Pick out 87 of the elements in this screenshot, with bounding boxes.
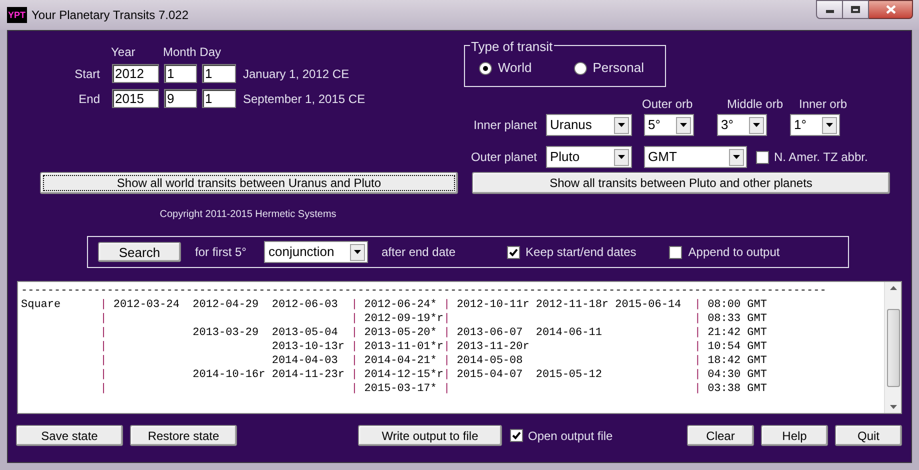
search-text: after end date: [381, 244, 456, 261]
checkbox-label: Keep start/end dates: [526, 244, 636, 261]
output-cell: | 08:00 GMT: [694, 298, 767, 312]
output-cell-text: | 2012-10-11r 2012-11-18r 2015-06-14: [444, 298, 682, 312]
input-field[interactable]: 9: [164, 89, 197, 108]
show-transits-button[interactable]: Show all transits between Pluto and other planets: [472, 172, 890, 194]
input-field[interactable]: 1: [164, 64, 197, 83]
window-title: Your Planetary Transits 7.022: [32, 7, 188, 24]
input-field[interactable]: 1: [202, 64, 236, 83]
minimize-button[interactable]: [816, 0, 843, 19]
output-cell-text: | 2012-03-24 2012-04-29 2012-06-03: [100, 298, 339, 312]
output-cell-text: | 2015-03-17*: [351, 382, 438, 396]
row-label: Outer planet: [470, 149, 537, 166]
footer-button[interactable]: Restore state: [130, 425, 237, 446]
close-icon: [886, 5, 896, 14]
footer-button[interactable]: Help: [761, 425, 828, 446]
footer-button[interactable]: Clear: [687, 425, 754, 446]
output-cell-text: | 2015-04-07 2015-05-12: [444, 368, 603, 382]
output-cell: | 08:33 GMT: [694, 312, 767, 326]
radio-option[interactable]: Personal: [574, 58, 644, 78]
show-transits-button[interactable]: Show all world transits between Uranus and Pluto: [40, 172, 458, 194]
checkbox-label: N. Amer. TZ abbr.: [774, 149, 868, 166]
copyright-text: Copyright 2011-2015 Hermetic Systems: [160, 208, 336, 222]
search-button[interactable]: Search: [98, 242, 181, 262]
output-cell: | 2013-11-01*r: [351, 340, 444, 354]
output-cell-text: | 2013-10-13r: [100, 340, 346, 354]
planet-dropdown[interactable]: Pluto: [546, 146, 632, 168]
output-cell-text: | 2014-05-08: [444, 354, 524, 368]
checkbox-label: Open output file: [528, 428, 613, 444]
close-button[interactable]: [869, 0, 913, 19]
output-cell-text: | 2013-06-07 2014-06-11: [444, 326, 603, 340]
output-cell: | 21:42 GMT: [694, 326, 767, 340]
checkbox-label: Append to output: [688, 244, 780, 261]
output-cell-text: | 2014-10-16r 2014-11-23r: [100, 368, 346, 382]
date-text: January 1, 2012 CE: [243, 66, 350, 82]
output-cell: | 2014-12-15*r: [351, 368, 444, 382]
row-label: End: [78, 90, 100, 108]
output-cell-text: | 2014-04-21*: [351, 354, 438, 368]
write-output-button[interactable]: Write output to file: [358, 425, 502, 446]
column-header: Inner orb: [799, 96, 848, 113]
output-cell-text: | 2013-05-20*: [351, 326, 438, 340]
column-header: Month Day: [163, 44, 222, 61]
orb-dropdown[interactable]: 5°: [644, 114, 694, 136]
checkbox[interactable]: [506, 246, 520, 258]
scroll-up-arrow-icon: [890, 286, 896, 290]
radio-option[interactable]: World: [479, 58, 532, 78]
checkbox[interactable]: [669, 246, 682, 258]
output-text-area[interactable]: [17, 281, 902, 414]
output-cell-text: | 2013-11-20r: [444, 340, 530, 354]
app-logo: YPT: [7, 7, 27, 23]
output-cell-text: |: [100, 312, 108, 326]
aspect-name: Square: [21, 299, 61, 311]
scroll-thumb[interactable]: [886, 308, 900, 386]
timezone-dropdown[interactable]: GMT: [644, 146, 747, 168]
output-cell-text: | 2014-04-03: [100, 354, 339, 368]
column-header: Outer orb: [642, 96, 694, 113]
date-text: September 1, 2015 CE: [243, 90, 366, 108]
footer-button[interactable]: Save state: [16, 425, 123, 446]
output-cell-text: |: [444, 382, 452, 396]
output-cell: | 18:42 GMT: [694, 354, 767, 368]
planet-dropdown[interactable]: Uranus: [546, 114, 632, 136]
checkbox[interactable]: [756, 150, 769, 164]
footer-button[interactable]: Quit: [835, 425, 902, 446]
orb-dropdown[interactable]: 1°: [790, 114, 840, 136]
maximize-button[interactable]: [843, 0, 869, 19]
column-header: Middle orb: [727, 96, 784, 113]
row-label: Inner planet: [472, 117, 537, 134]
row-label: Start: [74, 66, 100, 82]
output-cell: | 03:38 GMT: [694, 382, 767, 396]
output-cell: | 2012-09-19*r: [351, 312, 444, 326]
search-text: for first 5°: [195, 244, 246, 261]
output-cell: | 04:30 GMT: [694, 368, 767, 382]
output-cell-text: |: [100, 382, 108, 396]
input-field[interactable]: 2012: [112, 64, 159, 83]
aspect-dropdown[interactable]: conjunction: [264, 241, 368, 263]
output-cell-text: |: [444, 312, 452, 326]
checkbox[interactable]: [510, 429, 523, 442]
scroll-down-arrow-icon: [890, 405, 896, 409]
input-field[interactable]: 2015: [112, 89, 159, 108]
output-cell-text: | 2012-06-24*: [351, 298, 438, 312]
output-line: --------------------------------------------------------------------------------------------------------------------------: [21, 284, 826, 298]
output-cell: | 10:54 GMT: [694, 340, 767, 354]
input-field[interactable]: 1: [202, 89, 236, 108]
orb-dropdown[interactable]: 3°: [717, 114, 767, 136]
column-header: Year: [111, 44, 136, 61]
scrollbar[interactable]: [884, 282, 901, 413]
output-cell-text: | 2013-03-29 2013-05-04: [100, 326, 339, 340]
